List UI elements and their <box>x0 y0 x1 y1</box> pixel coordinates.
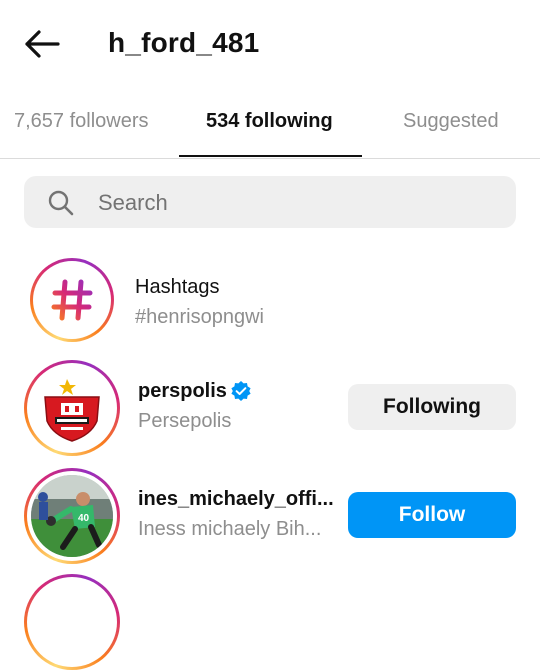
persepolis-logo <box>44 379 100 442</box>
active-tab-indicator <box>179 155 362 157</box>
hashtags-subtitle: #henrisopngwi <box>135 306 264 328</box>
page-title: h_ford_481 <box>108 27 260 58</box>
list-item[interactable]: 40 ines_michaely_offi... Iness michaely … <box>0 466 540 566</box>
avatar[interactable] <box>31 367 113 449</box>
hashtag-icon <box>51 279 93 321</box>
story-ring: 40 <box>24 468 120 564</box>
account-fullname: Persepolis <box>138 410 232 432</box>
top-bar: h_ford_481 <box>0 0 540 90</box>
following-button[interactable]: Following <box>348 384 516 430</box>
hashtags-title: Hashtags <box>135 276 220 298</box>
tab-bar: 7,657 followers 534 following Suggested <box>0 96 540 159</box>
follow-button[interactable]: Follow <box>348 492 516 538</box>
search-icon <box>48 190 74 216</box>
verified-badge-icon <box>231 381 251 401</box>
search-bar[interactable] <box>24 176 516 228</box>
back-arrow-icon[interactable] <box>22 28 62 60</box>
avatar[interactable]: 40 <box>31 475 113 557</box>
list-item[interactable]: perspolis Persepolis Following <box>0 358 540 458</box>
account-username[interactable]: perspolis <box>138 380 227 403</box>
account-fullname: Iness michaely Bih... <box>138 518 322 540</box>
tab-suggested[interactable]: Suggested <box>403 110 499 133</box>
search-input[interactable] <box>96 186 500 220</box>
tab-following[interactable]: 534 following <box>206 110 333 133</box>
soccer-player-photo: 40 <box>31 475 113 557</box>
story-ring <box>24 360 120 456</box>
tab-followers[interactable]: 7,657 followers <box>14 110 149 133</box>
hashtags-row[interactable]: Hashtags #henrisopngwi <box>0 254 540 346</box>
account-username[interactable]: ines_michaely_offi... <box>138 488 334 511</box>
story-ring <box>24 574 120 670</box>
hashtag-avatar-ring <box>30 258 114 342</box>
svg-text:40: 40 <box>78 513 90 524</box>
